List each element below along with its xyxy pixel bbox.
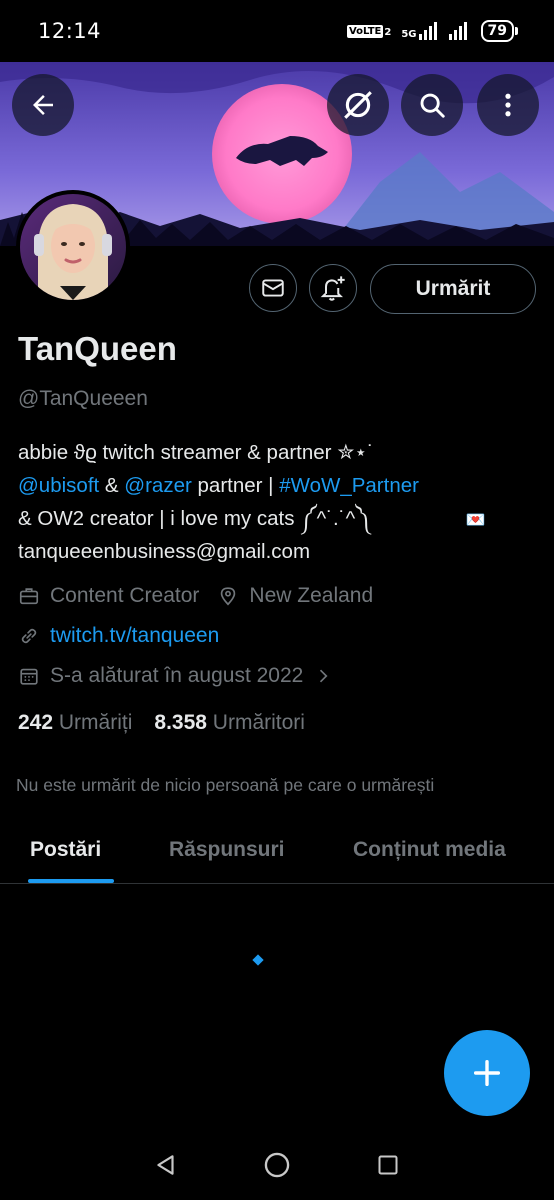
battery-indicator: 79: [480, 20, 518, 42]
bio-partner-text: partner |: [191, 474, 280, 497]
battery-level: 79: [480, 20, 514, 42]
grok-icon: [344, 91, 372, 119]
bio-line-2: @ubisoft & @razer partner | #WoW_Partner: [18, 469, 538, 502]
location-pin-icon: [221, 587, 236, 606]
tab-media[interactable]: Conținut media: [353, 838, 506, 862]
signal-icon: [448, 22, 467, 40]
grok-button[interactable]: [327, 74, 389, 136]
mail-icon: [262, 279, 284, 297]
nav-back-button[interactable]: [141, 1140, 191, 1190]
following-label: Urmăriți: [58, 711, 133, 734]
status-time: 12:14: [38, 19, 102, 43]
profile-name: TanQueen: [18, 330, 177, 367]
more-options-button[interactable]: [477, 74, 539, 136]
chevron-right-icon: [320, 669, 328, 683]
search-button[interactable]: [401, 74, 463, 136]
meta-row-category-location: Content Creator New Zealand: [18, 584, 373, 608]
system-nav-bar: [0, 1130, 554, 1200]
status-bar: 12:14 VoLTE 2 5G 79: [0, 0, 554, 62]
avatar[interactable]: [16, 190, 130, 304]
nav-home-button[interactable]: [252, 1140, 302, 1190]
bio-line-3: & OW2 creator | i love my cats ༼^˙.˙^༽ 💌: [18, 502, 538, 535]
profile-website-link[interactable]: twitch.tv/tanqueen: [50, 624, 219, 648]
following-count: 242: [18, 711, 54, 734]
bell-plus-icon: [320, 276, 345, 301]
briefcase-icon: [19, 588, 39, 605]
search-icon: [420, 93, 445, 118]
plus-icon: [473, 1059, 501, 1087]
notifications-button[interactable]: [309, 264, 357, 312]
signal-icon: [418, 22, 437, 40]
profile-join-date: S-a alăturat în august 2022: [50, 664, 304, 687]
profile-bio: abbie ϑϱ twitch streamer & partner ✮⋆˙ @…: [18, 436, 538, 568]
follow-stats: 242 Urmăriți 8.358 Urmăritori: [18, 711, 305, 735]
tab-posts[interactable]: Postări: [30, 838, 101, 862]
bio-line-4: tanqueeenbusiness@gmail.com: [18, 540, 311, 563]
followers-count: 8.358: [154, 711, 207, 734]
nav-recents-button[interactable]: [363, 1140, 413, 1190]
back-arrow-icon: [33, 95, 53, 115]
hashtag-link[interactable]: #WoW_Partner: [279, 474, 419, 497]
mutual-followers-text: Nu este urmărit de nicio persoană pe car…: [16, 775, 435, 795]
mention-link-razer[interactable]: @razer: [124, 474, 192, 497]
status-icons: VoLTE 2 5G 79: [346, 20, 518, 42]
network-type-label: 5G: [401, 29, 417, 40]
circle-home-icon: [264, 1152, 290, 1178]
following-stat[interactable]: 242 Urmăriți: [18, 711, 132, 735]
profile-handle: @TanQueeen: [18, 387, 148, 410]
message-button[interactable]: [249, 264, 297, 312]
followers-stat[interactable]: 8.358 Urmăritori: [154, 711, 305, 735]
triangle-back-icon: [156, 1155, 174, 1175]
more-vertical-icon: [505, 93, 511, 117]
love-letter-emoji: 💌: [465, 512, 486, 529]
meta-row-joined[interactable]: S-a alăturat în august 2022: [18, 664, 343, 688]
volte-sim-label: 2: [384, 26, 392, 38]
square-recents-icon: [378, 1155, 398, 1175]
meta-row-link: twitch.tv/tanqueen: [18, 624, 219, 648]
volte-badge: VoLTE: [346, 24, 384, 38]
profile-location: New Zealand: [249, 584, 374, 607]
profile-category: Content Creator: [50, 584, 200, 607]
bio-line-3-text: & OW2 creator | i love my cats ༼^˙.˙^༽: [18, 507, 370, 530]
bio-ampersand: &: [99, 474, 125, 497]
active-tab-indicator: [28, 879, 114, 883]
compose-post-button[interactable]: [444, 1030, 530, 1116]
back-button[interactable]: [12, 74, 74, 136]
following-button[interactable]: Urmărit: [370, 264, 536, 314]
mention-link-ubisoft[interactable]: @ubisoft: [18, 474, 99, 497]
profile-tabs: Postări Răspunsuri Conținut media: [0, 826, 554, 884]
loading-indicator: [252, 954, 264, 966]
calendar-icon: [20, 668, 38, 685]
avatar-image: [20, 194, 126, 300]
tab-replies[interactable]: Răspunsuri: [169, 838, 285, 862]
followers-label: Urmăritori: [212, 711, 305, 734]
bio-line-1: abbie ϑϱ twitch streamer & partner ✮⋆˙: [18, 441, 375, 464]
link-icon: [21, 628, 37, 644]
